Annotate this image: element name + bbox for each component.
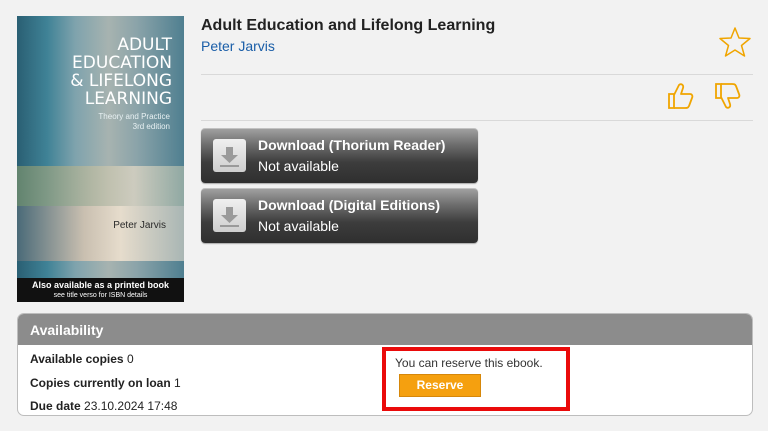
on-loan-row: Copies currently on loan 1 [30, 376, 181, 390]
download-label: Download (Digital Editions) [258, 197, 440, 213]
download-status: Not available [258, 158, 339, 174]
download-status: Not available [258, 218, 339, 234]
download-label: Download (Thorium Reader) [258, 137, 446, 153]
cover-subtitle: Theory and Practice 3rd edition [98, 112, 170, 132]
due-date-label: Due date [30, 399, 81, 413]
divider [201, 120, 753, 121]
thumbs-up-icon[interactable] [666, 80, 696, 112]
on-loan-value: 1 [174, 376, 181, 390]
on-loan-label: Copies currently on loan [30, 376, 171, 390]
cover-title-line: EDUCATION [72, 53, 172, 73]
cover-banner-line2: see title verso for ISBN details [53, 292, 148, 299]
download-icon [213, 199, 246, 232]
download-digital-editions-button[interactable]: Download (Digital Editions) Not availabl… [201, 188, 478, 243]
cover-subtitle-text: Theory and Practice [98, 112, 170, 121]
favorite-star-icon[interactable] [719, 26, 751, 58]
download-thorium-button[interactable]: Download (Thorium Reader) Not available [201, 128, 478, 183]
cover-band [17, 166, 184, 206]
availability-panel: Availability Available copies 0 Copies c… [17, 313, 753, 416]
cover-title: ADULT EDUCATION & LIFELONG LEARNING [70, 36, 172, 108]
available-copies-label: Available copies [30, 352, 124, 366]
cover-author: Peter Jarvis [113, 220, 166, 231]
cover-edition: 3rd edition [132, 122, 170, 131]
availability-header: Availability [18, 314, 752, 345]
author-link[interactable]: Peter Jarvis [201, 38, 275, 54]
cover-band [17, 206, 184, 261]
due-date-value: 23.10.2024 17:48 [84, 399, 178, 413]
thumbs-down-icon[interactable] [713, 80, 743, 112]
cover-banner: Also available as a printed book see tit… [17, 278, 184, 302]
available-copies-row: Available copies 0 [30, 352, 134, 366]
due-date-row: Due date 23.10.2024 17:48 [30, 399, 177, 413]
divider [201, 74, 753, 75]
cover-title-line: & LIFELONG [70, 71, 172, 91]
reserve-button[interactable]: Reserve [399, 374, 481, 397]
reserve-text: You can reserve this ebook. [395, 356, 543, 370]
cover-banner-line1: Also available as a printed book [31, 280, 170, 290]
cover-title-line: ADULT [117, 35, 172, 55]
download-icon [213, 139, 246, 172]
available-copies-value: 0 [126, 352, 134, 366]
cover-title-line: LEARNING [84, 89, 172, 109]
book-title: Adult Education and Lifelong Learning [201, 17, 496, 34]
book-cover-image[interactable]: ADULT EDUCATION & LIFELONG LEARNING Theo… [17, 16, 184, 302]
